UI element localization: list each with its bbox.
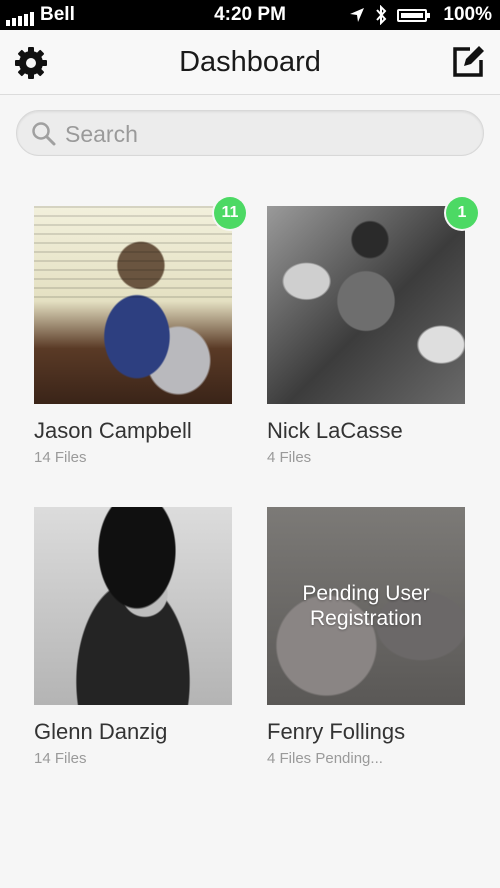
user-card-glenn-danzig[interactable]: Glenn Danzig 14 Files bbox=[34, 507, 234, 767]
search-input[interactable] bbox=[63, 117, 467, 151]
dashboard-screen: Bell 4:20 PM 100% Dashboard Search 11 Ja… bbox=[0, 0, 500, 888]
file-count: 4 Files Pending... bbox=[267, 750, 383, 767]
user-name: Glenn Danzig bbox=[34, 719, 168, 744]
user-card-nick-lacasse[interactable]: 1 Nick LaCasse 4 Files bbox=[267, 197, 478, 466]
user-photo bbox=[267, 206, 465, 404]
notification-badge: 11 bbox=[214, 197, 246, 229]
battery-percent: 100% bbox=[443, 4, 492, 25]
user-photo bbox=[34, 507, 232, 705]
page-title: Dashboard bbox=[179, 46, 321, 78]
location-arrow-icon bbox=[350, 8, 365, 22]
search-bar[interactable] bbox=[16, 110, 484, 156]
status-right: 100% bbox=[349, 4, 492, 26]
user-card-jason-campbell[interactable]: 11 Jason Campbell 14 Files bbox=[34, 197, 246, 466]
compose-button[interactable] bbox=[450, 44, 486, 80]
user-name: Jason Campbell bbox=[34, 418, 192, 443]
bluetooth-icon bbox=[376, 5, 387, 25]
file-count: 14 Files bbox=[34, 750, 87, 767]
notification-badge: 1 bbox=[446, 197, 478, 229]
compose-icon bbox=[453, 46, 484, 77]
user-photo bbox=[34, 206, 232, 404]
navigation-bar: Dashboard bbox=[0, 30, 500, 95]
battery-icon bbox=[397, 8, 431, 22]
file-count: 4 Files bbox=[267, 449, 312, 466]
pending-photo: Pending User Registration bbox=[267, 507, 465, 705]
user-card-fenry-follings[interactable]: Pending User Registration Fenry Follings… bbox=[267, 507, 467, 767]
pending-registration-label: Pending User Registration bbox=[302, 582, 430, 630]
search-icon bbox=[32, 122, 56, 146]
user-name: Fenry Follings bbox=[267, 719, 406, 744]
status-bar: Bell 4:20 PM 100% bbox=[0, 0, 500, 30]
user-name: Nick LaCasse bbox=[267, 418, 403, 443]
file-count: 14 Files bbox=[34, 449, 87, 466]
